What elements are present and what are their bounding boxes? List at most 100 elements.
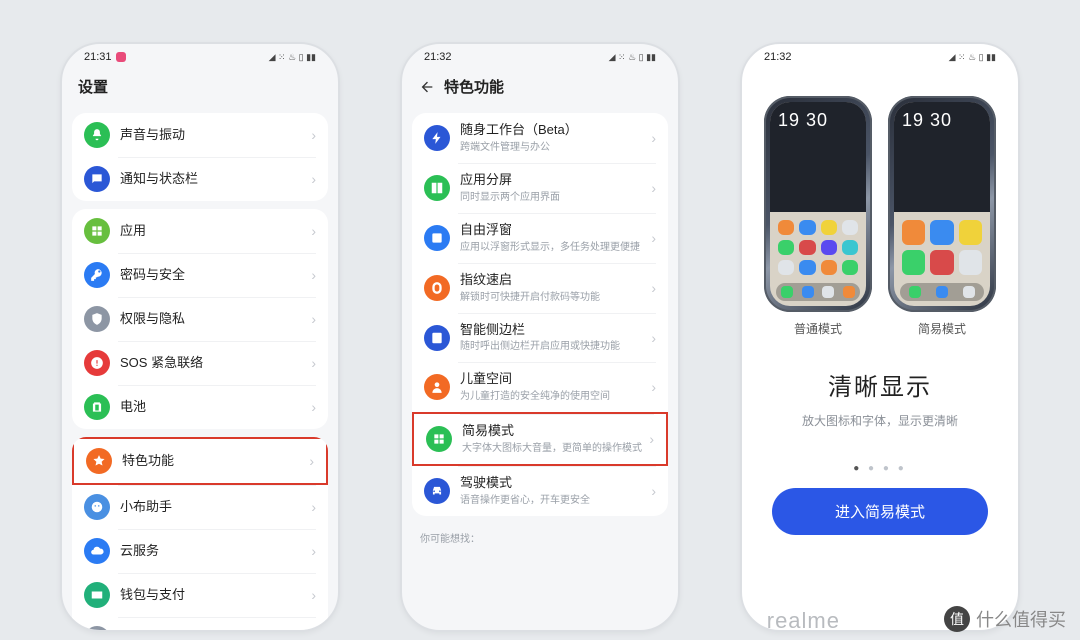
page-header: 特色功能 — [402, 70, 678, 107]
row-label: 应用分屏 — [460, 172, 651, 189]
back-button[interactable] — [418, 78, 436, 96]
chevron-right-icon: › — [311, 311, 316, 327]
status-icons: ◢ ⁙ ♨ ▯ ▮▮ — [949, 52, 996, 63]
phone-simple-mode: 21:32 ◢ ⁙ ♨ ▯ ▮▮ 19 30 普通模式 — [740, 42, 1020, 632]
row-cloud[interactable]: 云服务 › — [72, 529, 328, 573]
row-label: 特色功能 — [122, 453, 309, 470]
mini-phone-simple: 19 30 — [888, 96, 996, 312]
settings-group-1: 声音与振动 › 通知与状态栏 › — [72, 113, 328, 201]
row-label: 云服务 — [120, 543, 311, 560]
row-drive[interactable]: 驾驶模式语音操作更省心，开车更安全 › — [412, 466, 668, 516]
row-finger[interactable]: 指纹速启解锁时可快捷开启付款码等功能 › — [412, 263, 668, 313]
status-icons: ◢ ⁙ ♨ ▯ ▮▮ — [609, 52, 656, 63]
chevron-right-icon: › — [651, 180, 656, 196]
row-kids[interactable]: 儿童空间为儿童打造的安全纯净的使用空间 › — [412, 362, 668, 412]
mini-phone-normal: 19 30 — [764, 96, 872, 312]
row-label: 简易模式 — [462, 423, 649, 440]
page-title: 设置 — [62, 70, 338, 107]
row-subtitle: 跨端文件管理与办公 — [460, 141, 651, 154]
row-subtitle: 应用以浮窗形式显示，多任务处理更便捷 — [460, 241, 651, 254]
row-split[interactable]: 应用分屏同时显示两个应用界面 › — [412, 163, 668, 213]
row-subtitle: 为儿童打造的安全纯净的使用空间 — [460, 390, 651, 403]
sos-icon — [84, 350, 110, 376]
chevron-right-icon: › — [311, 355, 316, 371]
row-wallet[interactable]: 钱包与支付 › — [72, 573, 328, 617]
row-priv[interactable]: 权限与隐私 › — [72, 297, 328, 341]
split-icon — [424, 175, 450, 201]
side-icon — [424, 325, 450, 351]
msg-icon — [84, 166, 110, 192]
preview-normal-label: 普通模式 — [764, 320, 872, 337]
finger-icon — [424, 275, 450, 301]
watermark-text: 什么值得买 — [976, 606, 1066, 632]
grid-icon — [426, 426, 452, 452]
kid-icon — [424, 374, 450, 400]
row-label: 其他设置 — [120, 631, 311, 632]
row-desk[interactable]: 随身工作台（Beta） 跨端文件管理与办公 › — [412, 113, 668, 163]
row-float[interactable]: 自由浮窗应用以浮窗形式显示，多任务处理更便捷 › — [412, 213, 668, 263]
preview-normal[interactable]: 19 30 普通模式 — [764, 96, 872, 337]
status-time: 21:32 — [764, 51, 792, 63]
row-apps[interactable]: 应用 › — [72, 209, 328, 253]
phone-settings: 21:31 ◢ ⁙ ♨ ▯ ▮▮ 设置 声音与振动 › 通知与状态栏 › 应用 … — [60, 42, 340, 632]
status-time: 21:32 — [424, 51, 452, 63]
row-label: 钱包与支付 — [120, 587, 311, 604]
row-label: 指纹速启 — [460, 272, 651, 289]
phone-features: 21:32 ◢ ⁙ ♨ ▯ ▮▮ 特色功能 随身工作台（Beta） 跨端文件管理与… — [400, 42, 680, 632]
row-label: 小布助手 — [120, 499, 311, 516]
chevron-right-icon: › — [651, 483, 656, 499]
row-label: 随身工作台（Beta） — [460, 122, 651, 139]
row-sos[interactable]: SOS 紧急联络 › — [72, 341, 328, 385]
row-xiaobu[interactable]: 小布助手 › — [72, 485, 328, 529]
chevron-right-icon: › — [651, 280, 656, 296]
status-time: 21:31 — [84, 51, 112, 63]
chevron-right-icon: › — [651, 379, 656, 395]
row-battery[interactable]: 电池 › — [72, 385, 328, 429]
row-subtitle: 语音操作更省心，开车更安全 — [460, 494, 651, 507]
status-bar: 21:32 ◢ ⁙ ♨ ▯ ▮▮ — [402, 44, 678, 70]
status-bar: 21:32 ◢ ⁙ ♨ ▯ ▮▮ — [742, 44, 1018, 70]
dots-icon — [84, 626, 110, 632]
row-label: 自由浮窗 — [460, 222, 651, 239]
cloud-icon — [84, 538, 110, 564]
suggestion-label: 你可能想找： — [402, 524, 678, 551]
row-other[interactable]: 其他设置 › — [72, 617, 328, 632]
status-icons: ◢ ⁙ ♨ ▯ ▮▮ — [269, 52, 316, 63]
site-watermark: 值 什么值得买 — [944, 606, 1066, 632]
chevron-right-icon: › — [311, 171, 316, 187]
preview-clock: 19 30 — [778, 110, 858, 131]
row-label: 应用 — [120, 223, 311, 240]
grid-icon — [84, 218, 110, 244]
row-label: SOS 紧急联络 — [120, 355, 311, 372]
row-pass[interactable]: 密码与安全 › — [72, 253, 328, 297]
row-label: 电池 — [120, 399, 311, 416]
key-icon — [84, 262, 110, 288]
chevron-right-icon: › — [651, 130, 656, 146]
chevron-right-icon: › — [311, 543, 316, 559]
wallet-icon — [84, 582, 110, 608]
row-label: 声音与振动 — [120, 127, 311, 144]
row-simple[interactable]: 简易模式大字体大图标大音量，更简单的操作模式 › — [412, 412, 668, 466]
row-feature[interactable]: 特色功能 › — [72, 437, 328, 485]
settings-group-2: 应用 › 密码与安全 › 权限与隐私 › SOS 紧急联络 › 电池 › — [72, 209, 328, 429]
chevron-right-icon: › — [311, 223, 316, 239]
row-notify[interactable]: 通知与状态栏 › — [72, 157, 328, 201]
settings-group-3: 特色功能 › 小布助手 › 云服务 › 钱包与支付 › 其他设置 › — [72, 437, 328, 632]
shield-icon — [84, 306, 110, 332]
chevron-right-icon: › — [651, 230, 656, 246]
preview-simple[interactable]: 19 30 简易模式 — [888, 96, 996, 337]
preview-clock: 19 30 — [902, 110, 982, 131]
chevron-right-icon: › — [649, 431, 654, 447]
preview-simple-label: 简易模式 — [888, 320, 996, 337]
pager-dots[interactable]: ● ● ● ● — [742, 463, 1018, 474]
mode-preview-row: 19 30 普通模式 19 30 — [742, 70, 1018, 345]
row-subtitle: 随时呼出侧边栏开启应用或快捷功能 — [460, 340, 651, 353]
enter-simple-mode-button[interactable]: 进入简易模式 — [772, 488, 988, 535]
chevron-right-icon: › — [311, 499, 316, 515]
row-sidebar[interactable]: 智能侧边栏随时呼出侧边栏开启应用或快捷功能 › — [412, 313, 668, 363]
watermark-logo-icon: 值 — [944, 606, 970, 632]
row-sound[interactable]: 声音与振动 › — [72, 113, 328, 157]
chevron-right-icon: › — [651, 330, 656, 346]
recording-indicator-icon — [116, 52, 126, 62]
brand-watermark: realme — [767, 608, 840, 634]
